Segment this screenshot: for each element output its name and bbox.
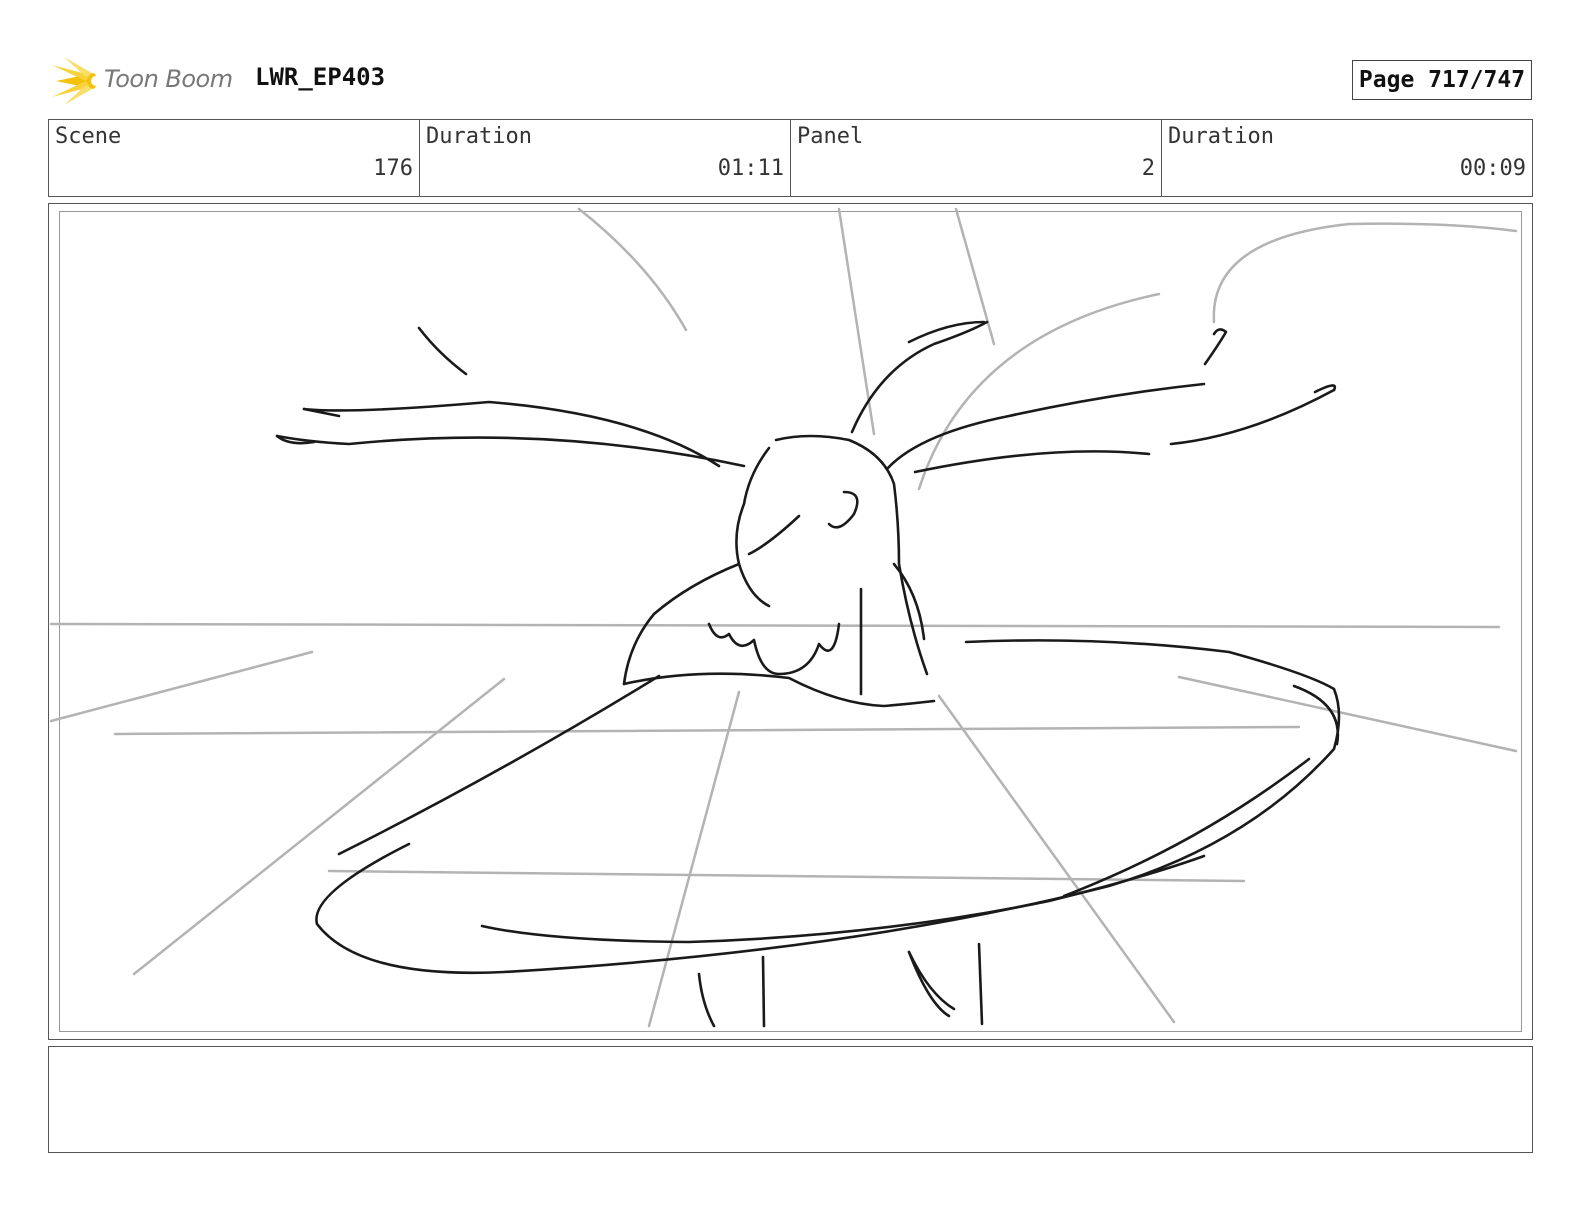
page-number: Page 717/747: [1352, 60, 1532, 100]
panel-duration-cell: Duration 00:09: [1162, 120, 1532, 196]
storyboard-panel: [48, 203, 1533, 1040]
project-title: LWR_EP403: [255, 63, 386, 91]
info-bar: Scene 176 Duration 01:11 Panel 2 Duratio…: [48, 119, 1533, 197]
toon-boom-logo: Toon Boom: [50, 55, 240, 107]
sketch-drawing: [49, 207, 1518, 1028]
panel-label: Panel: [797, 124, 864, 149]
panel-value: 2: [1141, 156, 1155, 181]
scene-cell: Scene 176: [49, 120, 420, 196]
panel-cell: Panel 2: [791, 120, 1162, 196]
panel-duration-label: Duration: [1168, 124, 1274, 149]
scene-duration-value: 01:11: [717, 156, 784, 181]
scene-duration-label: Duration: [426, 124, 532, 149]
notes-area: [48, 1046, 1533, 1153]
character-sketch: [275, 320, 1341, 1028]
scene-label: Scene: [55, 124, 122, 149]
starburst-icon: [52, 57, 101, 105]
scene-duration-cell: Duration 01:11: [420, 120, 791, 196]
logo-text: Toon Boom: [104, 65, 233, 93]
panel-duration-value: 00:09: [1459, 156, 1526, 181]
rough-guide-lines: [49, 207, 1518, 1028]
scene-value: 176: [373, 156, 413, 181]
